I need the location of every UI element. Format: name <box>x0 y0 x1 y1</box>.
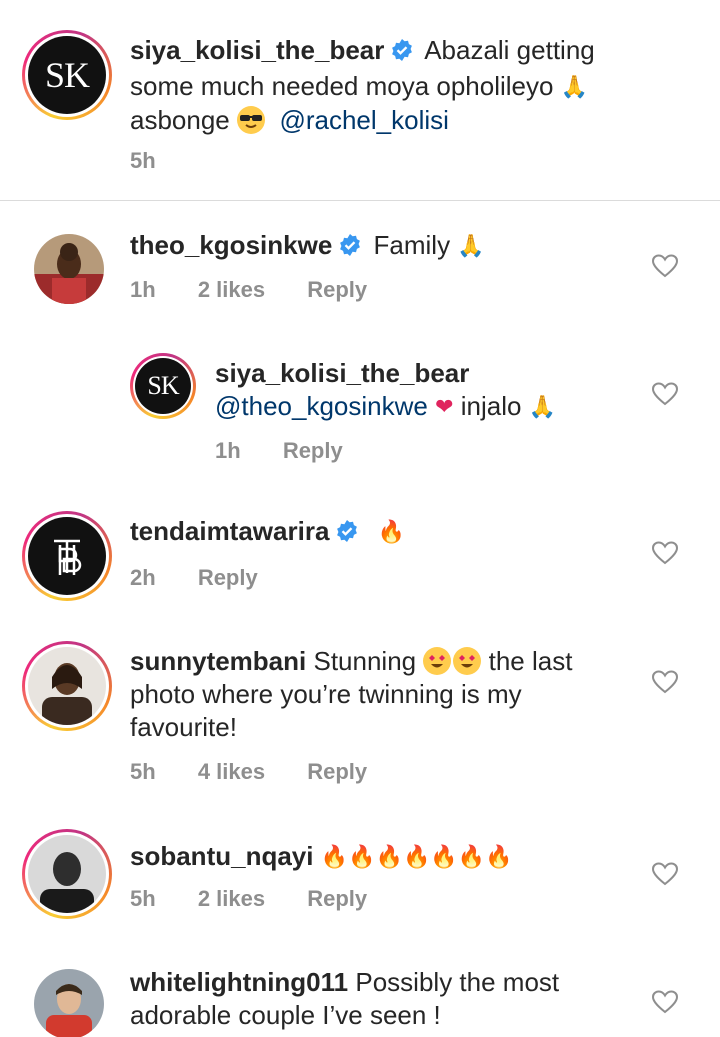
comment-body: siya_kolisi_the_bear Abazali getting som… <box>130 34 690 137</box>
timestamp: 5h <box>130 886 156 911</box>
avatar[interactable] <box>22 641 112 731</box>
mention-link[interactable]: @rachel_kolisi <box>279 105 448 135</box>
comment-meta: 1h Reply <box>215 438 379 464</box>
comment-meta: 5h 2 likes Reply <box>130 886 403 912</box>
avatar[interactable] <box>22 829 112 919</box>
heart-eyes-emoji <box>423 647 452 675</box>
comment-meta: 1h 2 likes Reply <box>130 277 403 303</box>
verified-badge-icon <box>335 518 359 551</box>
fire-emoji: 🔥 <box>348 845 376 870</box>
avatar[interactable] <box>34 234 104 304</box>
comment-text: asbonge <box>130 105 230 135</box>
reply-button[interactable]: Reply <box>307 886 367 911</box>
comment-text: some much needed moya opholileyo <box>130 71 554 101</box>
reply-button[interactable]: Reply <box>283 438 343 463</box>
username[interactable]: theo_kgosinkwe <box>130 230 332 260</box>
comment-body: sobantu_nqayi 🔥🔥🔥🔥🔥🔥🔥 <box>130 840 670 874</box>
likes-count[interactable]: 2 likes <box>198 886 265 911</box>
reply-button[interactable]: Reply <box>307 277 367 302</box>
heart-outline-icon[interactable] <box>651 382 679 406</box>
comment-text: Abazali getting <box>424 35 595 65</box>
caption-comment: SK siya_kolisi_the_bear Abazali getting … <box>0 0 720 200</box>
fire-emoji: 🔥 <box>320 845 349 870</box>
heart-outline-icon[interactable] <box>651 670 679 694</box>
sk-logo: SK <box>135 358 191 414</box>
avatar[interactable] <box>34 969 104 1037</box>
timestamp: 5h <box>130 759 156 784</box>
likes-count[interactable]: 4 likes <box>198 759 265 784</box>
fire-emoji: 🔥 <box>402 845 431 870</box>
sk-logo: SK <box>28 36 106 114</box>
username[interactable]: sobantu_nqayi <box>130 841 313 871</box>
comment-body: sunnytembani Stunning the last photo whe… <box>130 645 670 744</box>
heart-outline-icon[interactable] <box>651 862 679 886</box>
comment-text: Stunning <box>313 646 417 676</box>
likes-count[interactable]: 2 likes <box>198 277 265 302</box>
comment-item: tendaimtawarira 🔥 2h Reply <box>0 491 720 621</box>
comment-body: theo_kgosinkwe Family 🙏 <box>130 229 630 265</box>
fire-emoji: 🔥 <box>375 845 403 870</box>
comment-item: whitelightning011 Possibly the most ador… <box>0 951 720 1037</box>
username[interactable]: tendaimtawarira <box>130 516 329 546</box>
reply-item: SK siya_kolisi_the_bear @theo_kgosinkwe … <box>0 341 720 491</box>
username[interactable]: siya_kolisi_the_bear <box>215 358 469 388</box>
fire-emoji: 🔥 <box>457 845 486 870</box>
fire-emoji: 🔥 <box>377 520 406 545</box>
timestamp: 2h <box>130 565 156 590</box>
comment-body: whitelightning011 Possibly the most ador… <box>130 966 670 1032</box>
verified-badge-icon <box>390 37 414 70</box>
timestamp: 1h <box>130 277 156 302</box>
comment-text: Family <box>373 230 451 260</box>
comment-item: sunnytembani Stunning the last photo whe… <box>0 621 720 811</box>
verified-badge-icon <box>338 232 362 265</box>
heart-outline-icon[interactable] <box>651 990 679 1014</box>
timestamp: 1h <box>215 438 241 463</box>
pray-emoji: 🙏 <box>528 395 557 420</box>
avatar[interactable]: SK <box>130 353 196 419</box>
comment-item: theo_kgosinkwe Family 🙏 1h 2 likes Reply <box>0 201 720 341</box>
comment-body: tendaimtawarira 🔥 <box>130 515 630 551</box>
comment-text: adorable couple I’ve seen ! <box>130 1000 441 1030</box>
heart-outline-icon[interactable] <box>651 541 679 565</box>
tb-logo <box>28 517 106 595</box>
reply-button[interactable]: Reply <box>307 759 367 784</box>
comment-text: the last <box>488 646 573 676</box>
username[interactable]: whitelightning011 <box>130 967 348 997</box>
comment-item: sobantu_nqayi 🔥🔥🔥🔥🔥🔥🔥 5h 2 likes Reply <box>0 811 720 951</box>
comment-text: Possibly the most <box>355 967 560 997</box>
comment-text: favourite! <box>130 712 237 742</box>
username[interactable]: siya_kolisi_the_bear <box>130 35 384 65</box>
avatar[interactable] <box>22 511 112 601</box>
heart-eyes-emoji <box>453 647 482 675</box>
comment-meta: 2h Reply <box>130 565 294 591</box>
comment-body: siya_kolisi_the_bear @theo_kgosinkwe ❤ i… <box>215 357 655 424</box>
pray-emoji: 🙏 <box>457 234 485 259</box>
fire-emoji: 🔥 <box>430 845 458 870</box>
comment-meta: 5h <box>130 148 192 174</box>
pray-emoji: 🙏 <box>560 75 589 100</box>
red-heart-emoji: ❤ <box>435 395 454 420</box>
heart-outline-icon[interactable] <box>651 254 679 278</box>
fire-emoji: 🔥 <box>485 845 513 870</box>
comment-text: photo where you’re twinning is my <box>130 679 522 709</box>
comment-text: injalo <box>460 391 522 421</box>
sunglasses-emoji <box>237 106 265 134</box>
comment-meta: 5h 4 likes Reply <box>130 759 403 785</box>
timestamp: 5h <box>130 148 156 173</box>
avatar[interactable]: SK <box>22 30 112 120</box>
reply-button[interactable]: Reply <box>198 565 258 590</box>
username[interactable]: sunnytembani <box>130 646 306 676</box>
mention-link[interactable]: @theo_kgosinkwe <box>215 391 428 421</box>
